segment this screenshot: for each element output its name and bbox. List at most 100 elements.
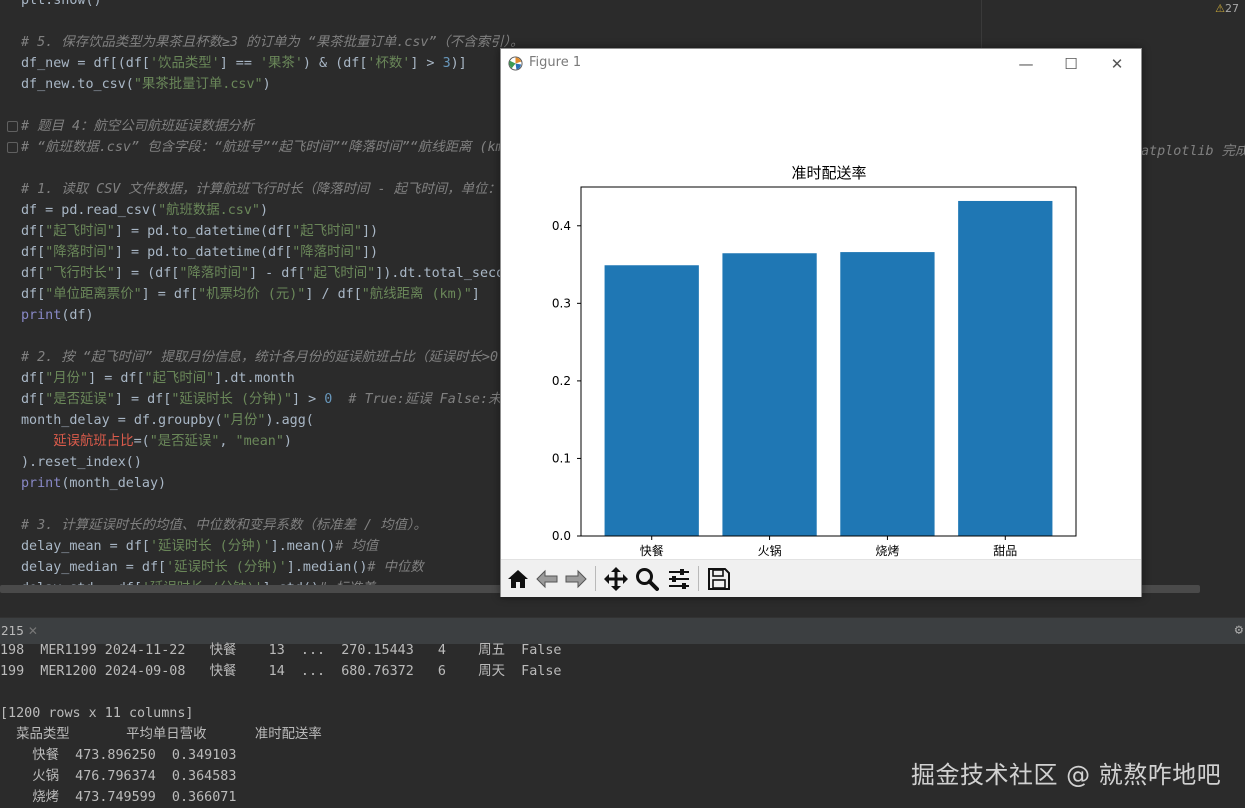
code-line[interactable]: df["降落时间"] = pd.to_datetime(df["降落时间"]) (21, 242, 524, 263)
code-line[interactable]: df["月份"] = df["起飞时间"].dt.month (21, 368, 524, 389)
code-token: df = pd.read_csv( (21, 203, 159, 218)
code-token: df[ (21, 245, 46, 260)
chart-title: 准时配送率 (791, 164, 866, 182)
code-token: "mean" (235, 434, 284, 449)
y-tick-label: 0.0 (552, 529, 571, 543)
home-icon[interactable] (504, 565, 532, 592)
figure-titlebar[interactable]: Figure 1 — ☐ ✕ (501, 49, 1141, 79)
back-icon[interactable] (533, 565, 561, 592)
code-line[interactable]: # 题目 4：航空公司航班延误数据分析 (21, 116, 524, 137)
close-tab-icon[interactable]: ✕ (28, 624, 38, 638)
run-tab-label: 215 (1, 624, 24, 638)
toolbar-separator (698, 566, 699, 591)
fold-marker[interactable] (7, 121, 18, 132)
code-token: ) (262, 77, 271, 92)
chart-canvas[interactable]: 准时配送率 0.0 0.1 0.2 0.3 0.4 快餐 火锅 烧烤 甜品 (501, 79, 1141, 559)
maximize-button[interactable]: ☐ (1054, 53, 1088, 75)
code-line[interactable]: df = pd.read_csv("航班数据.csv") (21, 200, 524, 221)
code-token: ).reset_index() (21, 455, 142, 470)
code-line[interactable]: month_delay = df.groupby("月份").agg( (21, 410, 524, 431)
bar-1 (604, 265, 699, 536)
code-line[interactable]: df_new = df[(df['饮品类型'] == '果茶') & (df['… (21, 53, 524, 74)
code-line[interactable] (21, 11, 524, 32)
code-line[interactable]: # 5. 保存饮品类型为果茶且杯数≥3 的订单为 “果茶批量订单.csv”（不含… (21, 32, 524, 53)
code-line[interactable]: delay_mean = df['延误时长 (分钟)'].mean()# 均值 (21, 536, 524, 557)
editor-gutter (0, 0, 20, 594)
code-token: '延误时长 (分钟)' (166, 560, 287, 575)
code-token: , (219, 434, 236, 449)
code-token: ) (283, 434, 292, 449)
inspection-widget[interactable]: ⚠27 (1215, 2, 1239, 15)
close-button[interactable]: ✕ (1100, 53, 1134, 75)
pan-icon[interactable] (602, 565, 630, 592)
code-token: ] = df[ (114, 392, 172, 407)
code-token: "延误时长 (分钟)" (171, 392, 292, 407)
code-token: # 3. 计算延误时长的均值、中位数和变异系数（标准差 / 均值）。 (21, 518, 427, 533)
code-token: ] = df[ (88, 371, 145, 386)
code-line[interactable]: df["是否延误"] = df["延误时长 (分钟)"] > 0 # True:… (21, 389, 524, 410)
watermark: 掘金技术社区 @ 就熬咋地吧 (911, 761, 1222, 789)
figure-window[interactable]: Figure 1 — ☐ ✕ 准时配送率 0.0 0.1 0.2 0.3 0.4 快餐 火… (500, 48, 1142, 597)
code-line[interactable]: delay_median = df['延误时长 (分钟)'].median()#… (21, 557, 524, 578)
code-token: ].mean() (270, 539, 336, 554)
code-token: 3 (442, 56, 451, 71)
code-line[interactable]: df["起飞时间"] = pd.to_datetime(df["起飞时间"]) (21, 221, 524, 242)
code-line[interactable]: ).reset_index() (21, 452, 524, 473)
figure-title: Figure 1 (529, 55, 582, 70)
code-lines[interactable]: plt.show() # 5. 保存饮品类型为果茶且杯数≥3 的订单为 “果茶批量… (21, 0, 524, 594)
y-tick-label: 0.1 (552, 451, 571, 465)
code-token: df_new = df[(df[ (21, 56, 150, 71)
minimize-button[interactable]: — (1009, 53, 1043, 75)
code-line[interactable]: print(df) (21, 305, 524, 326)
console-line: 菜品类型 平均单日营收 准时配送率 (0, 727, 322, 742)
code-token: "单位距离票价" (45, 287, 142, 302)
code-line[interactable] (21, 494, 524, 515)
code-token: ] > (291, 392, 325, 407)
code-token: df[ (21, 266, 46, 281)
code-token: ] = pd.to_datetime(df[ (114, 224, 293, 239)
y-tick-label: 0.4 (552, 219, 571, 233)
code-token: # 2. 按 “起飞时间” 提取月份信息，统计各月份的延误航班占比（延误时长>0 (21, 350, 499, 365)
code-line[interactable] (21, 95, 524, 116)
matplotlib-logo-icon (508, 56, 523, 71)
gear-icon[interactable]: ⚙ (1235, 622, 1243, 638)
save-icon[interactable] (705, 565, 733, 592)
code-token: ] = (df[ (114, 266, 180, 281)
code-line[interactable]: # 2. 按 “起飞时间” 提取月份信息，统计各月份的延误航班占比（延误时长>0 (21, 347, 524, 368)
zoom-icon[interactable] (633, 565, 661, 592)
code-token: )] (450, 56, 467, 71)
code-token: "降落时间" (179, 266, 250, 281)
code-token: ) & (df[ (302, 56, 368, 71)
code-token: "起飞时间" (144, 371, 215, 386)
code-token: print (21, 308, 62, 323)
code-token: month_delay = df.groupby( (21, 413, 223, 428)
code-token: "降落时间" (292, 245, 362, 260)
code-token: (month_delay) (61, 476, 167, 491)
code-token: "月份" (222, 413, 266, 428)
x-tick-label: 快餐 (640, 543, 664, 558)
code-token: # 1. 读取 CSV 文件数据，计算航班飞行时长（降落时间 - 起飞时间，单位… (21, 182, 515, 197)
toolbar-separator (595, 566, 596, 591)
console-line: [1200 rows x 11 columns] (0, 706, 194, 721)
bar-chart: 准时配送率 0.0 0.1 0.2 0.3 0.4 快餐 火锅 烧烤 甜品 (552, 164, 1077, 558)
code-line[interactable]: plt.show() (21, 0, 524, 11)
code-line[interactable]: print(month_delay) (21, 473, 524, 494)
code-line[interactable]: df["飞行时长"] = (df["降落时间"] - df["起飞时间"]).d… (21, 263, 524, 284)
configure-subplots-icon[interactable] (665, 565, 693, 592)
code-token: "果茶批量订单.csv" (133, 77, 263, 92)
fold-marker[interactable] (7, 142, 18, 153)
run-console-output[interactable]: 198 MER1199 2024-11-22 快餐 13 ... 270.154… (0, 640, 561, 808)
code-token: delay_mean = df[ (21, 539, 150, 554)
code-line[interactable] (21, 326, 524, 347)
code-line[interactable] (21, 158, 524, 179)
code-line[interactable]: # 1. 读取 CSV 文件数据，计算航班飞行时长（降落时间 - 起飞时间，单位… (21, 179, 524, 200)
bar-3 (840, 252, 935, 536)
code-line[interactable]: df["单位距离票价"] = df["机票均价 (元)"] / df["航线距离… (21, 284, 524, 305)
code-line[interactable]: # 3. 计算延误时长的均值、中位数和变异系数（标准差 / 均值）。 (21, 515, 524, 536)
code-token: # 题目 4：航空公司航班延误数据分析 (21, 119, 255, 134)
forward-icon[interactable] (562, 565, 590, 592)
code-line[interactable]: 延误航班占比=("是否延误", "mean") (21, 431, 524, 452)
code-line[interactable]: # “航班数据.csv” 包含字段：“航班号”“起飞时间”“降落时间”“航线距离… (21, 137, 524, 158)
code-line[interactable]: df_new.to_csv("果茶批量订单.csv") (21, 74, 524, 95)
